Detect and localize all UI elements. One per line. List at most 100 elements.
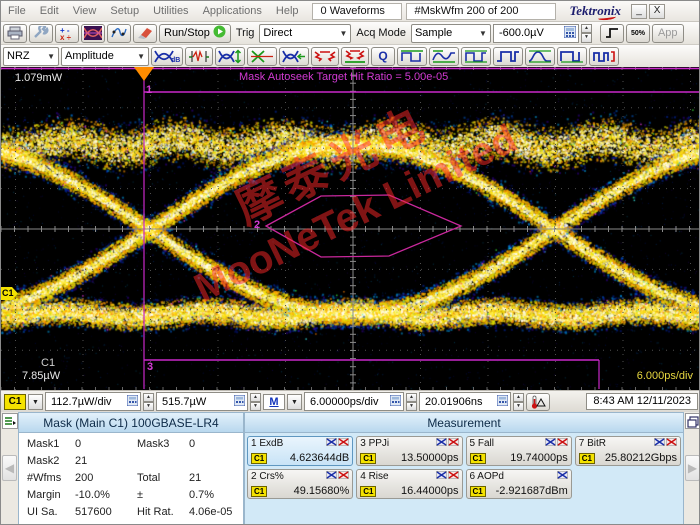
menu-edit[interactable]: Edit [33,3,66,19]
measurement-card-aopd[interactable]: 6 AOPd C1 -2.921687dBm [466,469,572,499]
signal-type-select[interactable]: NRZ▼ [3,47,59,66]
eye-db-measure-button[interactable]: dB [151,47,183,66]
ui-samples-value: 517600 [75,506,137,518]
measurement-card-ppji[interactable]: 3 PPJi C1 13.50000ps [356,436,462,466]
eye-red-icon[interactable] [448,471,459,482]
duty-cycle-button[interactable] [557,47,587,66]
measurement-card-crs[interactable]: 2 Crs% C1 49.15680% [247,469,353,499]
plusminus-value: 0.7% [189,489,243,501]
eye-height-icon [218,49,242,64]
chevron-down-icon: ▼ [479,29,487,38]
menu-utilities[interactable]: Utilities [146,3,195,19]
tools-button[interactable] [29,24,53,43]
high-low-button[interactable] [461,47,491,66]
eye-red-icon[interactable] [666,438,677,449]
trigger-source-select[interactable]: Direct▼ [259,24,351,43]
minimize-button[interactable]: _ [631,4,647,19]
eye-blue-icon[interactable] [326,438,337,449]
period-measure-button[interactable] [397,47,427,66]
eye-height-button[interactable] [215,47,245,66]
waveform-cursor-button[interactable] [107,24,131,43]
acq-mode-select[interactable]: Sample▼ [411,24,491,43]
trigger-slope-button[interactable] [600,24,624,43]
horizontal-scale-stepper[interactable]: ▲▼ [406,393,417,410]
panel-detach-button[interactable] [685,413,700,429]
menu-view[interactable]: View [66,3,104,19]
ui-samples-label: UI Sa. [27,506,75,518]
menu-setup[interactable]: Setup [103,3,146,19]
mask-test-button[interactable] [81,24,105,43]
keypad-icon[interactable] [234,395,245,409]
mask-panel-title[interactable]: Mask (Main C1) 100GBASE-LR4 [19,413,243,433]
math-button[interactable]: + -x ÷ [55,24,79,43]
eye-blue-icon[interactable] [545,438,556,449]
temperature-warning-button[interactable] [526,393,550,411]
margin-value: -10.0% [75,489,137,501]
keypad-icon[interactable] [497,395,508,409]
horizontal-scale-field[interactable]: 6.00000ps/div [304,392,404,411]
channel-badge[interactable]: C1 [4,394,26,410]
extinction-ratio-button[interactable] [311,47,339,66]
menu-applications[interactable]: Applications [196,3,269,19]
vertical-scale-stepper[interactable]: ▲▼ [143,393,154,410]
q-factor-label: Q [378,49,387,63]
measurement-card-exdb[interactable]: 1 ExdB C1 4.623644dB [247,436,353,466]
panel-menu-button[interactable] [2,413,18,429]
measurement-label: 7 BitR [579,438,606,449]
eye-blue-icon[interactable] [436,438,447,449]
eye-blue-icon[interactable] [436,471,447,482]
print-button[interactable] [3,24,27,43]
trigger-level-field[interactable]: -600.0µV [493,24,579,43]
eye-blue-icon[interactable] [326,471,337,482]
eye-red-icon[interactable] [448,438,459,449]
wfms-value: 200 [75,472,137,484]
math-dropdown[interactable]: ▼ [287,394,302,410]
run-stop-button[interactable]: Run/Stop [159,24,231,43]
oma-measure-button[interactable] [341,47,369,66]
amplitude-wave-button[interactable] [429,47,459,66]
vertical-offset-field[interactable]: 515.7µW [156,392,248,411]
menu-file[interactable]: File [1,3,33,19]
measurement-card-rise[interactable]: 4 Rise C1 16.44000ps [356,469,462,499]
total-value: 21 [189,472,243,484]
eye-width-button[interactable] [279,47,309,66]
clear-data-button[interactable] [133,24,157,43]
keypad-icon[interactable] [127,395,138,409]
q-factor-button[interactable]: Q [371,47,395,66]
rise-time-button[interactable] [525,47,555,66]
measurement-card-bitr[interactable]: 7 BitR C1 25.80212Gbps [575,436,681,466]
vertical-scale-field[interactable]: 112.7µW/div [45,392,141,411]
bit-pattern-button[interactable] [589,47,619,66]
scroll-right-button[interactable]: ▶ [685,455,700,481]
eye-red-icon[interactable] [338,471,349,482]
trigger-marker[interactable] [134,67,154,81]
keypad-icon[interactable] [390,395,401,409]
eye-red-icon[interactable] [557,438,568,449]
channel-dropdown[interactable]: ▼ [28,394,43,410]
measurement-label: 4 Rise [360,471,388,482]
eye-blue-icon[interactable] [557,471,568,482]
scroll-left-button[interactable]: ◀ [2,455,17,481]
mask3-value: 0 [189,438,243,450]
measurement-card-fall[interactable]: 5 Fall C1 19.74000ps [466,436,572,466]
app-button[interactable]: App [652,24,684,43]
eye-cross-button[interactable] [247,47,277,66]
measurement-panel-title[interactable]: Measurement [245,413,683,433]
status-bar: C1 ▼ 112.7µW/div ▲▼ 515.7µW ▲▼ M ▼ 6.000… [1,390,700,412]
eye-blue-icon[interactable] [654,438,665,449]
measure-category-select[interactable]: Amplitude▼ [61,47,149,66]
close-button[interactable]: X [649,4,665,19]
trig-label: Trig [233,27,258,39]
trigger-level-stepper[interactable]: ▲▼ [581,24,592,43]
math-badge[interactable]: M [263,394,285,410]
vertical-offset-stepper[interactable]: ▲▼ [250,393,261,410]
menu-help[interactable]: Help [269,3,306,19]
measurement-label: 3 PPJi [360,438,389,449]
jitter-histogram-button[interactable] [185,47,213,66]
set-to-fifty-button[interactable]: 50% [626,24,650,43]
eye-red-icon[interactable] [338,438,349,449]
fall-time-button[interactable] [493,47,523,66]
keypad-icon[interactable] [564,26,576,41]
horizontal-position-stepper[interactable]: ▲▼ [513,393,524,410]
horizontal-position-field[interactable]: 20.01906ns [419,392,511,411]
